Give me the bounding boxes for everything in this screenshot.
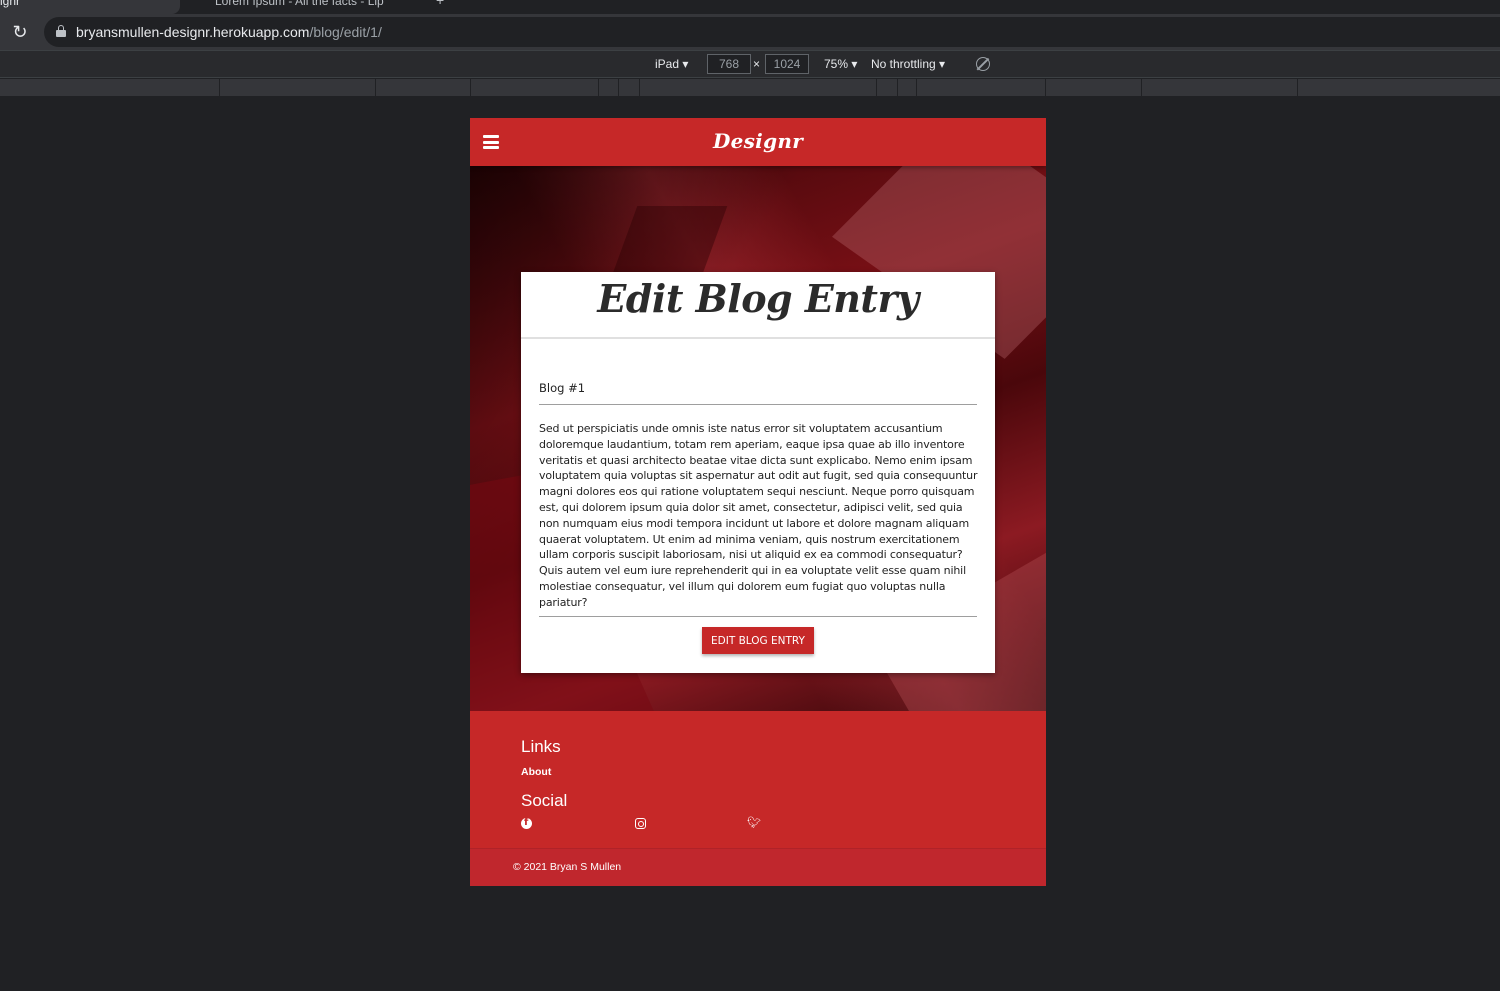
tab-strip: ignr × Lorem Ipsum - All the facts - Lip… [0, 0, 1500, 14]
media-query-segment[interactable] [470, 79, 471, 96]
browser-tab-active[interactable]: ignr × [0, 0, 180, 14]
tab-title: ignr [0, 0, 21, 8]
media-query-segment[interactable] [876, 79, 877, 96]
site-footer: Links About Social 🐦︎ [470, 711, 1046, 848]
footer-links-heading: Links [521, 737, 561, 756]
device-viewport: Designr Edit Blog Entry Blog #1 Sed ut p… [470, 118, 1046, 886]
tab-close-icon[interactable]: × [401, 0, 407, 4]
media-query-segment[interactable] [916, 79, 917, 96]
throttling-select[interactable]: No throttling ▾ [871, 57, 945, 71]
tab-close-icon[interactable]: × [166, 0, 172, 4]
edit-blog-card: Edit Blog Entry Blog #1 Sed ut perspicia… [521, 272, 995, 673]
zoom-select[interactable]: 75% ▾ [824, 57, 857, 71]
device-height-input[interactable]: 1024 [765, 54, 809, 74]
media-query-segment[interactable] [639, 79, 640, 96]
media-query-segment[interactable] [219, 79, 220, 96]
blog-title-input[interactable]: Blog #1 [539, 381, 977, 395]
dimension-separator: × [753, 57, 761, 71]
media-query-segment[interactable] [598, 79, 599, 96]
browser-tab[interactable]: Lorem Ipsum - All the facts - Lip × [195, 0, 415, 14]
media-query-segment[interactable] [375, 79, 376, 96]
title-input-underline [539, 404, 977, 405]
url-path: /blog/edit/1/ [309, 24, 382, 40]
blog-body-textarea[interactable]: Sed ut perspiciatis unde omnis iste natu… [539, 421, 979, 611]
twitter-icon[interactable]: 🐦︎ [747, 818, 761, 829]
media-query-segment[interactable] [618, 79, 619, 96]
site-logo[interactable]: Designr [470, 129, 1046, 153]
site-navbar: Designr [470, 118, 1046, 166]
url-text: bryansmullen-designr.herokuapp.com/blog/… [76, 24, 382, 40]
footer-link-about[interactable]: About [521, 766, 551, 778]
device-select[interactable]: iPad ▾ [655, 57, 688, 71]
media-query-segment[interactable] [1045, 79, 1046, 96]
reload-icon[interactable]: ↻ [10, 22, 30, 42]
browser-toolbar: ↻ bryansmullen-designr.herokuapp.com/blo… [0, 14, 1500, 50]
copyright-text: © 2021 Bryan S Mullen [513, 861, 622, 873]
hero-background: Edit Blog Entry Blog #1 Sed ut perspicia… [470, 166, 1046, 711]
tab-title: Lorem Ipsum - All the facts - Lip [215, 0, 384, 8]
edit-blog-entry-button[interactable]: Edit Blog Entry [702, 627, 814, 654]
body-textarea-underline [539, 616, 977, 617]
media-query-segment[interactable] [1141, 79, 1142, 96]
facebook-icon[interactable] [521, 817, 532, 829]
lock-icon[interactable] [56, 25, 66, 37]
instagram-icon[interactable] [635, 818, 646, 829]
address-bar[interactable]: bryansmullen-designr.herokuapp.com/blog/… [44, 17, 1500, 47]
copyright-bar: © 2021 Bryan S Mullen [470, 848, 1046, 886]
rotate-icon[interactable] [976, 57, 990, 71]
media-query-segment[interactable] [1297, 79, 1298, 96]
device-width-input[interactable]: 768 [707, 54, 751, 74]
media-query-bar [0, 79, 1500, 96]
title-divider [521, 337, 995, 339]
page-title: Edit Blog Entry [597, 276, 919, 321]
url-host: bryansmullen-designr.herokuapp.com [76, 24, 310, 40]
device-toolbar: iPad ▾ 768 × 1024 75% ▾ No throttling ▾ [0, 50, 1500, 78]
new-tab-button[interactable]: + [436, 0, 444, 8]
media-query-segment[interactable] [897, 79, 898, 96]
footer-social-heading: Social [521, 791, 568, 810]
